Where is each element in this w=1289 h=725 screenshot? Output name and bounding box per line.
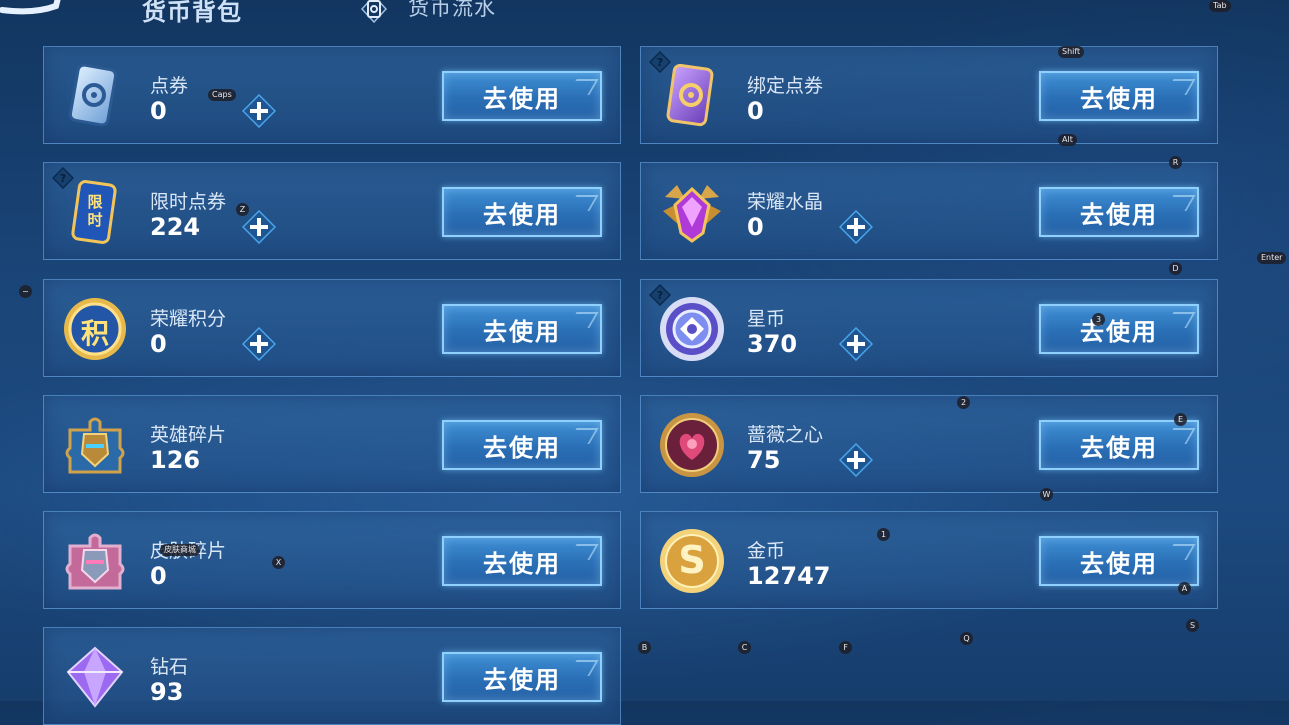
currency-amount: 12747: [747, 562, 831, 590]
key-hint-f: F: [839, 641, 852, 654]
key-hint-d: D: [1169, 262, 1182, 275]
use-button-bound-coupon[interactable]: 去使用: [1039, 71, 1199, 121]
key-hint-tilde: ~: [19, 285, 32, 298]
key-hint-e: E: [1174, 413, 1187, 426]
key-hint-alt: Alt: [1058, 134, 1077, 146]
use-button-limited-coupon[interactable]: 去使用: [442, 187, 602, 237]
add-limited-coupon-plus-icon[interactable]: [242, 210, 276, 244]
key-hint-shift: Shift: [1058, 46, 1085, 58]
limited-coupon-icon: 限时: [60, 177, 130, 247]
key-hint-z: Z: [236, 203, 249, 216]
add-coupon-plus-icon[interactable]: [242, 94, 276, 128]
bound-coupon-card-icon: [666, 63, 714, 127]
currency-amount: 75: [747, 446, 781, 474]
currency-amount: 0: [150, 562, 167, 590]
currency-card-bound-coupon: ? 绑定点券 0 去使用: [640, 46, 1218, 144]
page-title: 货币背包: [142, 0, 242, 26]
gold-coin-icon: S: [657, 526, 727, 596]
tab-currency-flow[interactable]: 货币流水: [408, 0, 496, 22]
currency-name: 英雄碎片: [150, 424, 227, 446]
currency-name: 绑定点券: [747, 75, 824, 97]
currency-card-skin-fragment: 皮肤碎片 0 去使用: [43, 511, 621, 609]
key-hint-2: 2: [957, 396, 970, 409]
currency-amount: 370: [747, 330, 798, 358]
add-rose-heart-plus-icon[interactable]: [839, 443, 873, 477]
currency-card-gold-coin: S 金币 12747 去使用: [640, 511, 1218, 609]
diamond-icon: [66, 646, 124, 708]
currency-amount: 0: [150, 97, 167, 125]
add-glory-crystal-plus-icon[interactable]: [839, 210, 873, 244]
back-arrow-icon[interactable]: [0, 0, 66, 20]
key-hint-a: A: [1178, 582, 1191, 595]
currency-name: 蔷薇之心: [747, 424, 824, 446]
glory-crystal-icon: [663, 185, 721, 243]
hero-fragment-icon: [65, 417, 125, 474]
star-coin-icon: [660, 297, 724, 361]
currency-card-hero-fragment: 英雄碎片 126 去使用: [43, 395, 621, 493]
currency-amount: 0: [747, 97, 764, 125]
key-hint-q: Q: [960, 632, 973, 645]
add-star-coin-plus-icon[interactable]: [839, 327, 873, 361]
key-hint-w: W: [1040, 488, 1053, 501]
rose-heart-icon: [660, 413, 724, 477]
currency-name: 点券: [150, 75, 189, 97]
currency-card-coupon: 点券 0 去使用: [43, 46, 621, 144]
add-glory-points-plus-icon[interactable]: [242, 327, 276, 361]
currency-card-diamond: 钻石 93 去使用: [43, 627, 621, 725]
currency-amount: 0: [747, 213, 764, 241]
use-button-gold-coin[interactable]: 去使用: [1039, 536, 1199, 586]
skin-fragment-icon: [65, 533, 125, 590]
currency-name: 金币: [747, 540, 786, 562]
currency-card-rose-heart: 蔷薇之心 75 去使用: [640, 395, 1218, 493]
currency-amount: 0: [150, 330, 167, 358]
currency-name: 星币: [747, 308, 786, 330]
currency-card-star-coin: ? 星币 370 去使用: [640, 279, 1218, 377]
currency-name: 荣耀水晶: [747, 191, 824, 213]
key-hint-tab: Tab: [1209, 0, 1231, 12]
currency-card-limited-coupon: ? 限时 限时点券 224 去使用: [43, 162, 621, 260]
top-bar: 货币背包 货币流水: [0, 0, 1289, 30]
use-button-glory-crystal[interactable]: 去使用: [1039, 187, 1199, 237]
currency-amount: 126: [150, 446, 201, 474]
currency-card-glory-crystal: 荣耀水晶 0 去使用: [640, 162, 1218, 260]
currency-card-glory-points: 积 荣耀积分 0 去使用: [43, 279, 621, 377]
key-hint-b: B: [638, 641, 651, 654]
key-hint-x: X: [272, 556, 285, 569]
use-button-rose-heart[interactable]: 去使用: [1039, 420, 1199, 470]
currency-name: 荣耀积分: [150, 308, 227, 330]
key-hint-s: S: [1186, 619, 1199, 632]
key-hint-r: R: [1169, 156, 1182, 169]
currency-flow-icon[interactable]: [360, 0, 388, 24]
currency-name: 限时点券: [150, 191, 227, 213]
use-button-glory-points[interactable]: 去使用: [442, 304, 602, 354]
use-button-hero-fragment[interactable]: 去使用: [442, 420, 602, 470]
key-hint-3: 3: [1092, 313, 1105, 326]
glory-points-icon: 积: [60, 294, 130, 364]
coupon-card-icon: [68, 63, 118, 127]
use-button-star-coin[interactable]: 去使用: [1039, 304, 1199, 354]
currency-name: 钻石: [150, 656, 189, 678]
key-hint-enter: Enter: [1257, 252, 1287, 264]
key-hint-1: 1: [877, 528, 890, 541]
use-button-coupon[interactable]: 去使用: [442, 71, 602, 121]
currency-amount: 93: [150, 678, 184, 706]
key-hint-caps: Caps: [208, 89, 236, 101]
key-hint-skin-overlay: 皮肤商城: [160, 544, 200, 556]
key-hint-c: C: [738, 641, 751, 654]
use-button-skin-fragment[interactable]: 去使用: [442, 536, 602, 586]
currency-amount: 224: [150, 213, 201, 241]
use-button-diamond[interactable]: 去使用: [442, 652, 602, 702]
